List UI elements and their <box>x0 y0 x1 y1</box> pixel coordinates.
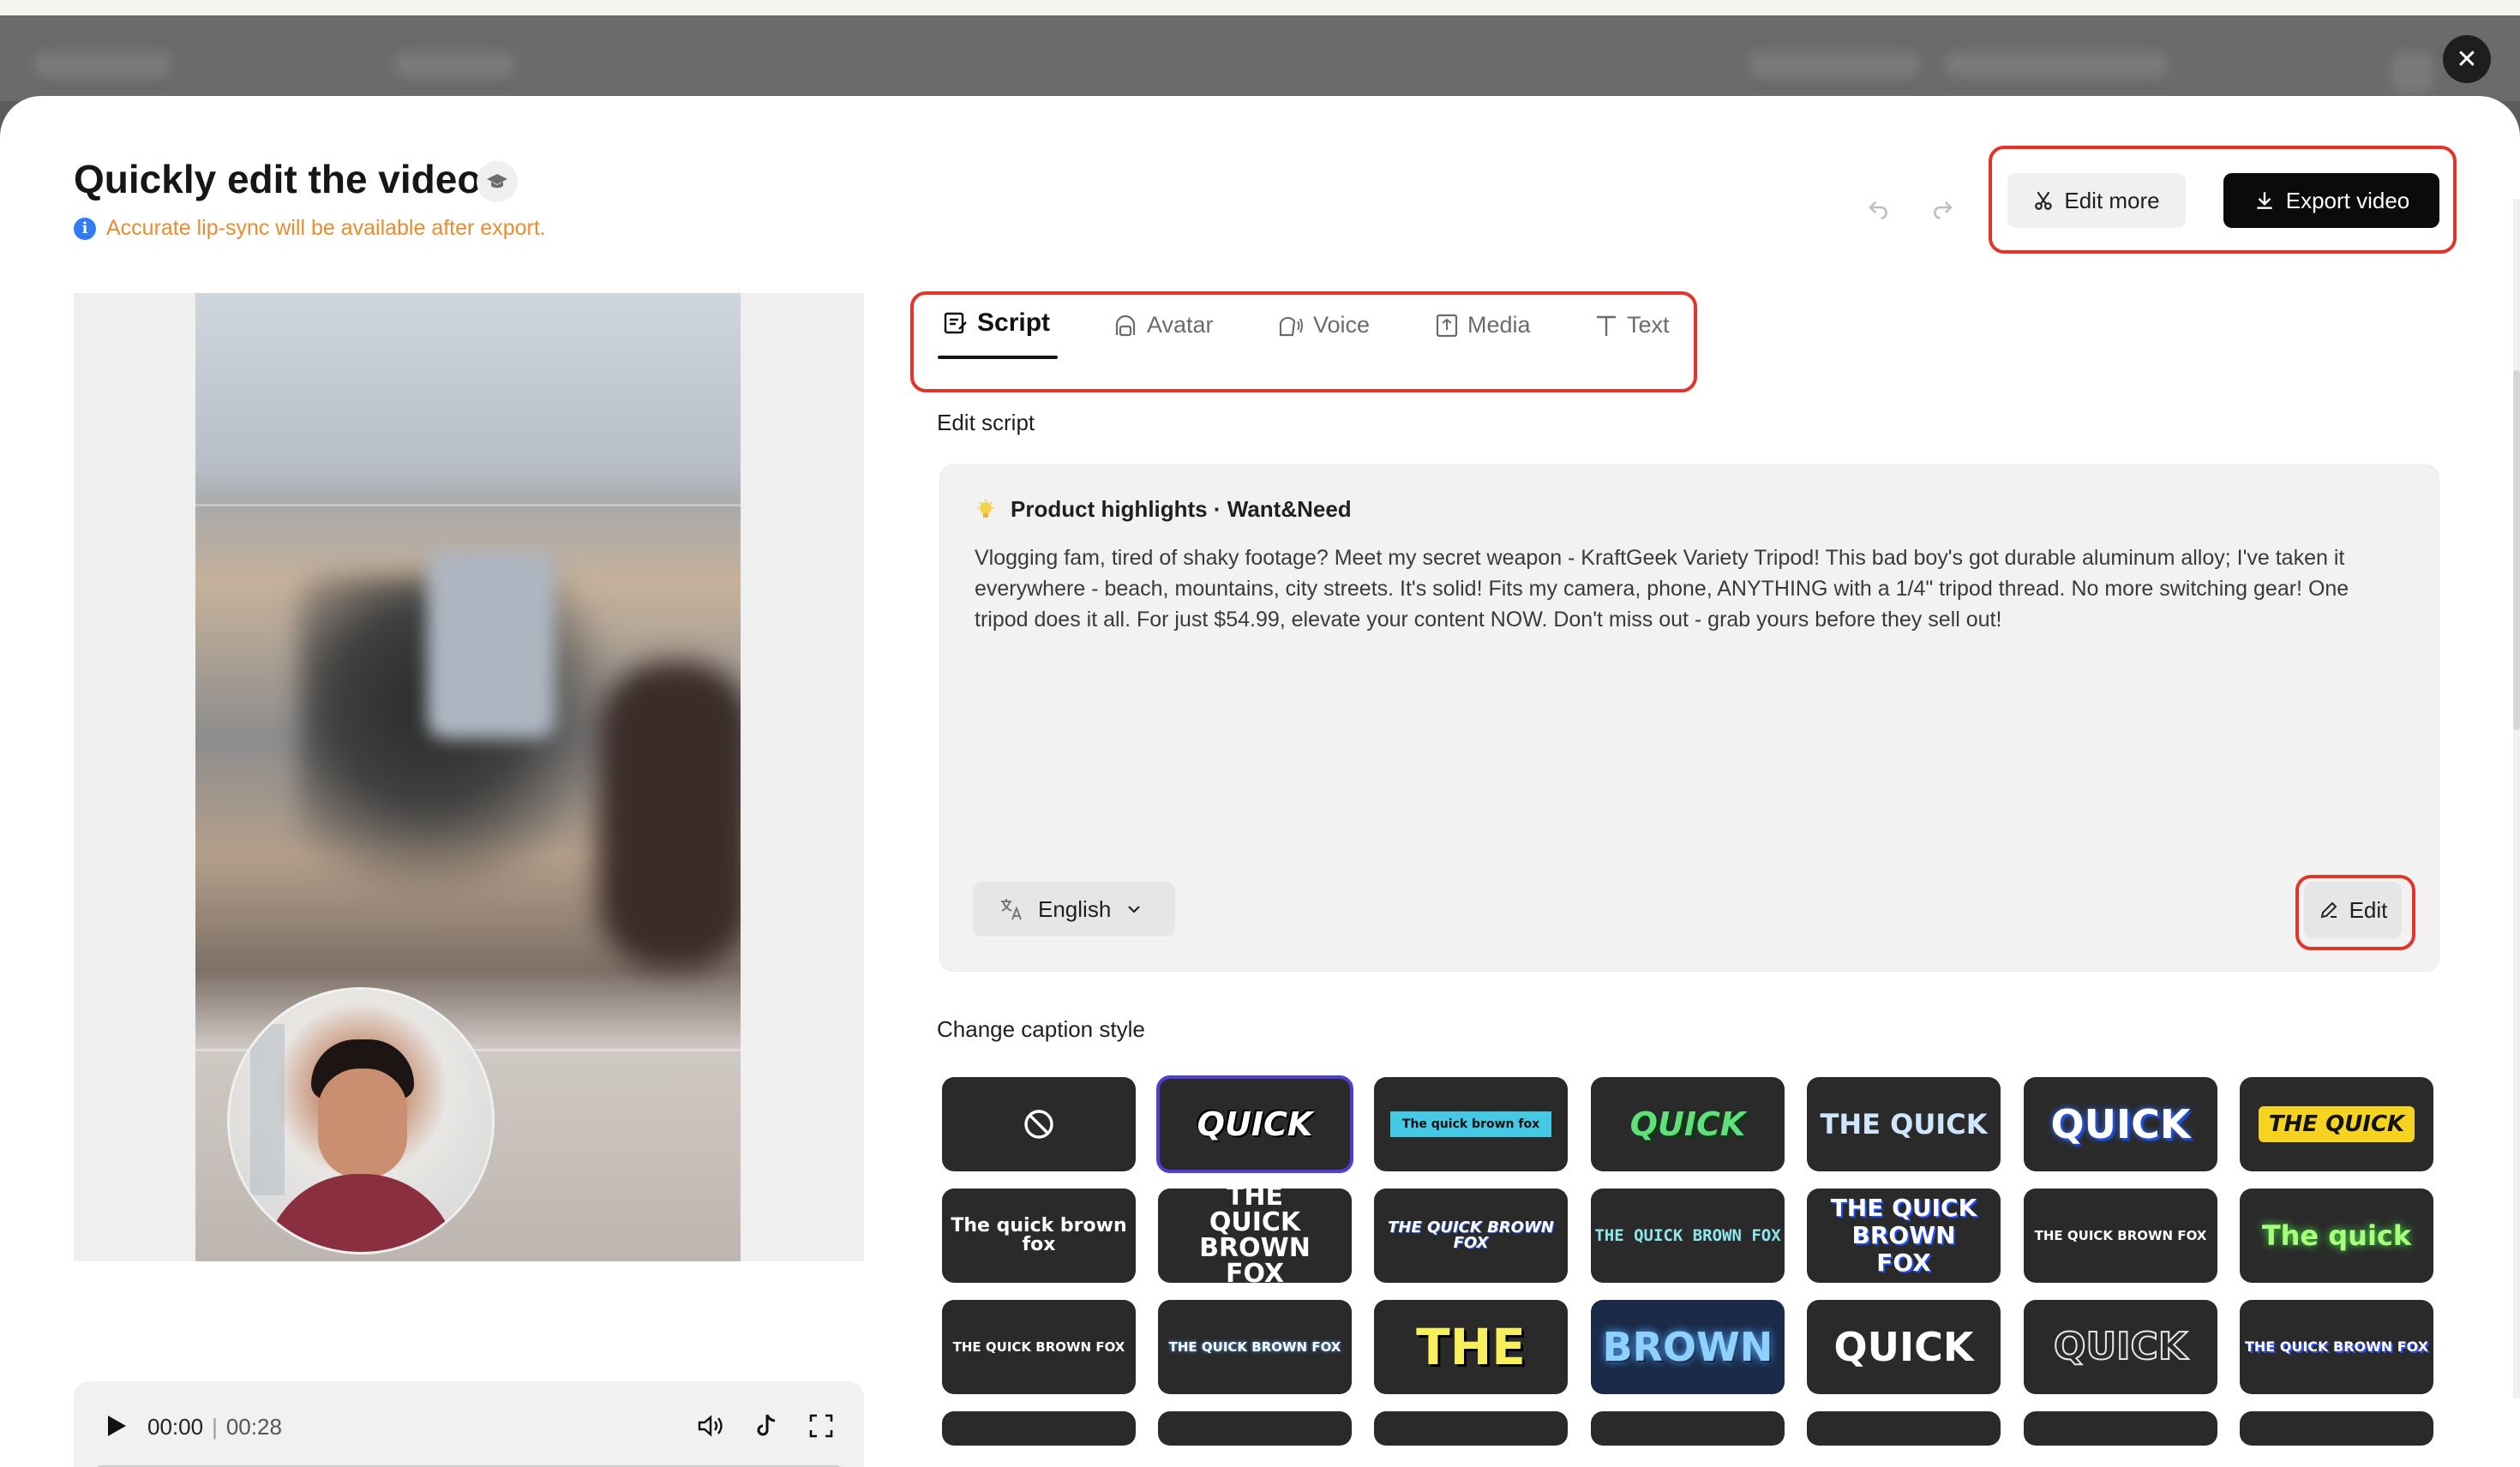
caption-style-tile[interactable] <box>1158 1411 1352 1446</box>
fullscreen-icon <box>809 1414 833 1438</box>
caption-style-tile[interactable]: THE QUICK BROWN FOX <box>1374 1189 1568 1283</box>
time-display: 00:00 | 00:28 <box>147 1414 282 1440</box>
language-selector[interactable]: English <box>973 882 1175 937</box>
volume-icon <box>698 1415 723 1437</box>
undo-icon <box>1869 201 1887 219</box>
caption-style-none[interactable] <box>942 1077 1136 1171</box>
translate-icon <box>1001 899 1022 920</box>
script-editor: Product highlights · Want&Need Vlogging … <box>939 464 2439 972</box>
tutorial-cap-icon[interactable] <box>477 161 518 202</box>
caption-style-tile[interactable]: THE QUICK BROWN FOX <box>1807 1189 2001 1283</box>
highlight-tabs <box>910 291 1697 392</box>
caption-style-tile[interactable] <box>1591 1411 1785 1446</box>
quick-edit-modal: Quickly edit the video i Accurate lip-sy… <box>0 96 2520 1467</box>
caption-style-tile[interactable]: THE QUICK BROWN FOX <box>942 1300 1136 1394</box>
caption-style-tile[interactable]: THE QUICK BROWN FOX <box>2024 1189 2217 1283</box>
avatar-icon <box>1115 314 1136 336</box>
caption-style-tile[interactable]: QUICK <box>1807 1300 2001 1394</box>
fullscreen-button[interactable] <box>802 1407 840 1445</box>
backdrop-page <box>0 15 2520 101</box>
caption-style-tile[interactable] <box>2240 1411 2433 1446</box>
script-heading: Product highlights · Want&Need <box>975 496 1352 523</box>
close-modal-button[interactable]: ✕ <box>2443 35 2491 83</box>
video-player-controls: 00:00 | 00:28 <box>74 1381 864 1467</box>
scrollbar[interactable] <box>2513 199 2520 1398</box>
page-title: Quickly edit the video <box>74 157 482 201</box>
edit-script-button[interactable]: Edit <box>2304 882 2402 938</box>
caption-style-tile[interactable]: THE QUICK BROWN FOX <box>1158 1189 1352 1283</box>
scissors-icon <box>2035 191 2053 210</box>
script-icon <box>944 312 967 334</box>
caption-style-tile[interactable]: THE QUICK <box>1807 1077 2001 1171</box>
caption-style-tile[interactable]: QUICK <box>1591 1077 1785 1171</box>
chevron-down-icon <box>1128 906 1141 913</box>
caption-style-tile[interactable]: QUICK <box>2024 1300 2217 1394</box>
browser-top-strip <box>0 0 2520 15</box>
caption-style-tile[interactable] <box>2024 1411 2217 1446</box>
export-video-button[interactable]: Export video <box>2223 173 2439 228</box>
pencil-icon <box>2320 901 2337 919</box>
caption-style-label: Change caption style <box>937 1016 1145 1042</box>
tab-voice[interactable]: Voice <box>1277 312 1370 338</box>
caption-style-tile[interactable]: THE QUICK <box>2240 1077 2433 1171</box>
redo-button[interactable] <box>1923 189 1961 226</box>
caption-style-tile[interactable]: THE QUICK BROWN FOX <box>2240 1300 2433 1394</box>
caption-style-tile[interactable]: THE QUICK BROWN FOX <box>1158 1300 1352 1394</box>
caption-style-tile[interactable] <box>1374 1411 1568 1446</box>
caption-style-tile[interactable]: THE QUICK BROWN FOX <box>1591 1189 1785 1283</box>
lightbulb-icon <box>977 499 994 518</box>
close-icon: ✕ <box>2456 45 2478 74</box>
active-tab-indicator <box>938 356 1058 359</box>
caption-style-tile[interactable] <box>1807 1411 2001 1446</box>
undo-button[interactable] <box>1860 189 1898 226</box>
lip-sync-notice: i Accurate lip-sync will be available af… <box>74 216 546 241</box>
tiktok-preview-button[interactable] <box>747 1407 785 1445</box>
text-icon <box>1597 315 1616 336</box>
download-icon <box>2257 192 2272 209</box>
play-icon <box>108 1416 126 1436</box>
caption-style-tile[interactable] <box>942 1411 1136 1446</box>
tab-avatar[interactable]: Avatar <box>1113 312 1214 338</box>
tab-media[interactable]: Media <box>1435 312 1531 338</box>
media-icon <box>1436 314 1458 337</box>
info-icon: i <box>74 217 96 240</box>
edit-script-label: Edit script <box>937 410 1035 435</box>
caption-style-tile[interactable]: The quick <box>2240 1189 2433 1283</box>
avatar-bubble[interactable] <box>227 987 495 1254</box>
edit-more-button[interactable]: Edit more <box>2007 173 2186 228</box>
redo-icon <box>1934 201 1953 219</box>
play-button[interactable] <box>98 1407 135 1445</box>
caption-style-tile[interactable]: QUICK <box>2024 1077 2217 1171</box>
tab-text[interactable]: Text <box>1594 312 1670 338</box>
script-text: Vlogging fam, tired of shaky footage? Me… <box>975 546 2349 632</box>
caption-style-tile[interactable]: The quick brown fox <box>1374 1077 1568 1171</box>
voice-icon <box>1279 316 1303 336</box>
caption-style-tile[interactable]: QUICK <box>1156 1075 1353 1173</box>
caption-style-tile[interactable]: BROWN <box>1591 1300 1785 1394</box>
volume-button[interactable] <box>693 1407 730 1445</box>
caption-style-tile[interactable]: The quick brown fox <box>942 1189 1136 1283</box>
caption-style-tile[interactable]: THE <box>1374 1300 1568 1394</box>
tab-script[interactable]: Script <box>943 308 1050 338</box>
tiktok-icon <box>757 1414 776 1436</box>
no-style-icon <box>1024 1110 1053 1139</box>
